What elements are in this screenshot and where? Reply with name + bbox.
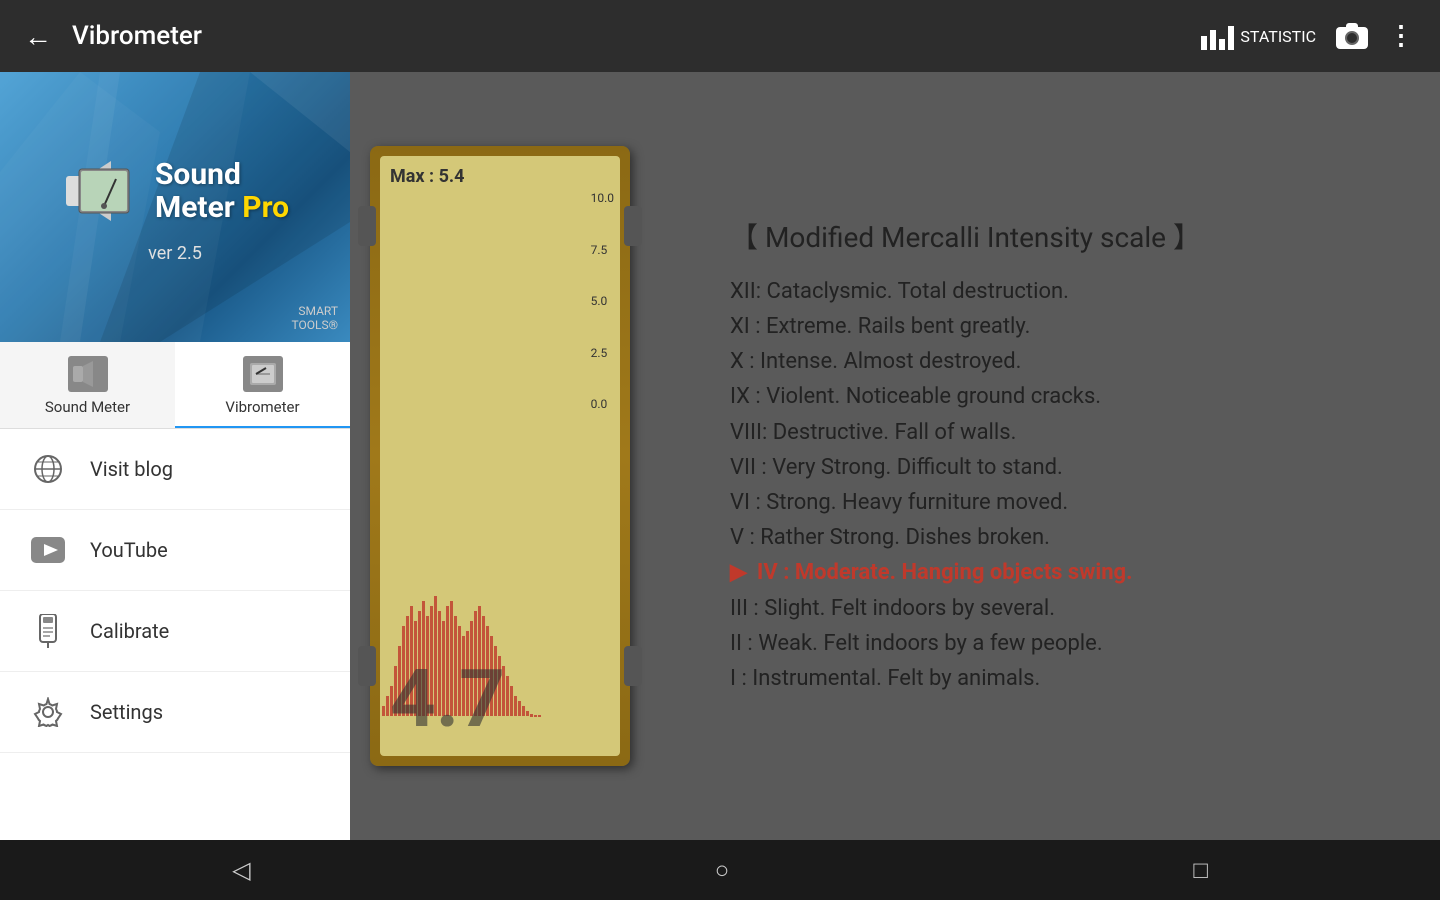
max-label: Max : 5.4 [390,166,464,187]
banner-app-name: Sound Meter Pro [155,158,289,224]
youtube-label: YouTube [90,538,168,562]
scale-right: 10.0 7.5 5.0 2.5 0.0 [591,191,614,411]
knob-top-right [624,206,642,246]
bottom-nav: ◁ ○ □ [0,840,1440,900]
big-number-display: 4.7 [390,652,505,746]
main-layout: Sound Meter Pro ver 2.5 SMARTTOOLS® [0,72,1440,840]
calibrate-icon [30,613,66,649]
vibrometer-background: Max : 5.4 10.0 7.5 5.0 2.5 0.0 [350,72,1440,840]
mercalli-x: X : Intense. Almost destroyed. [730,344,1390,379]
vibrometer-tab-icon [243,356,283,392]
banner-pro: Pro [242,190,289,225]
globe-icon [30,451,66,487]
camera-body [1336,27,1368,49]
visit-blog-label: Visit blog [90,457,173,481]
scale-2-5: 2.5 [591,346,614,360]
mercalli-vi: VI : Strong. Heavy furniture moved. [730,485,1390,520]
menu-item-settings[interactable]: Settings [0,672,350,753]
banner-content: Sound Meter Pro ver 2.5 [61,151,289,264]
mercalli-viii: VIII: Destructive. Fall of walls. [730,415,1390,450]
sound-meter-icon [61,151,141,231]
sidebar-banner: Sound Meter Pro ver 2.5 SMARTTOOLS® [0,72,350,342]
vibrometer-instrument: Max : 5.4 10.0 7.5 5.0 2.5 0.0 [370,146,630,766]
camera-button[interactable] [1336,23,1368,49]
top-bar: ← Vibrometer STATISTIC ⋮ [0,0,1440,72]
content-area: Max : 5.4 10.0 7.5 5.0 2.5 0.0 [350,72,1440,840]
bar3 [1219,39,1225,50]
scale-10: 10.0 [591,191,614,205]
calibrate-label: Calibrate [90,619,169,643]
bar4 [1228,26,1234,50]
tab-sound-meter[interactable]: Sound Meter [0,342,175,428]
instrument-screen: Max : 5.4 10.0 7.5 5.0 2.5 0.0 [380,156,620,756]
mercalli-ii: II : Weak. Felt indoors by a few people. [730,626,1390,661]
mercalli-vii: VII : Very Strong. Difficult to stand. [730,450,1390,485]
mercalli-iv: ▶ IV : Moderate. Hanging objects swing. [730,555,1390,590]
sound-meter-tab-icon [68,356,108,392]
knob-bottom-left [358,646,376,686]
bar2 [1210,30,1216,50]
camera-lens [1345,31,1359,45]
banner-version: ver 2.5 [148,243,202,264]
mercalli-xii: XII: Cataclysmic. Total destruction. [730,274,1390,309]
nav-home-button[interactable]: ○ [715,856,730,885]
knob-bottom-right [624,646,642,686]
bar1 [1201,36,1207,50]
sound-meter-tab-label: Sound Meter [45,398,130,416]
mercalli-i: I : Instrumental. Felt by animals. [730,661,1390,696]
scale-7-5: 7.5 [591,243,614,257]
banner-text: Sound Meter Pro [155,158,289,224]
play-arrow-icon: ▶ [730,555,747,590]
statistic-button[interactable]: STATISTIC [1201,22,1316,50]
back-button[interactable]: ← [24,20,52,53]
menu-item-calibrate[interactable]: Calibrate [0,591,350,672]
more-button[interactable]: ⋮ [1388,21,1416,51]
mercalli-iii: III : Slight. Felt indoors by several. [730,591,1390,626]
nav-recent-button[interactable]: □ [1193,856,1208,885]
mercalli-scale: 【 Modified Mercalli Intensity scale 】 XI… [680,72,1440,840]
menu-item-youtube[interactable]: YouTube [0,510,350,591]
mercalli-title: 【 Modified Mercalli Intensity scale 】 [730,216,1390,256]
gear-icon [30,694,66,730]
statistic-label: STATISTIC [1240,27,1316,46]
app-name-line1: Sound [155,157,241,192]
bar-chart-icon [1201,22,1234,50]
menu-item-visit-blog[interactable]: Visit blog [0,429,350,510]
sidebar-tabs: Sound Meter Vibrometer [0,342,350,429]
banner-logo-area: Sound Meter Pro [61,151,289,231]
youtube-icon [30,532,66,568]
camera-icon [1336,23,1368,49]
sidebar: Sound Meter Pro ver 2.5 SMARTTOOLS® [0,72,350,840]
tab-vibrometer[interactable]: Vibrometer [175,342,350,428]
scale-5: 5.0 [591,294,614,308]
app-name-line2: Meter [155,190,235,225]
mercalli-iv-text: IV : Moderate. Hanging objects swing. [757,555,1133,590]
settings-label: Settings [90,700,163,724]
vibrometer-tab-label: Vibrometer [225,398,299,416]
top-bar-actions: STATISTIC ⋮ [1201,21,1416,51]
mercalli-xi: XI : Extreme. Rails bent greatly. [730,309,1390,344]
mercalli-v: V : Rather Strong. Dishes broken. [730,520,1390,555]
scale-0: 0.0 [591,397,614,411]
banner-smarttools: SMARTTOOLS® [291,304,338,332]
app-title: Vibrometer [72,21,1201,51]
nav-back-button[interactable]: ◁ [232,856,250,884]
knob-top-left [358,206,376,246]
mercalli-ix: IX : Violent. Noticeable ground cracks. [730,379,1390,414]
